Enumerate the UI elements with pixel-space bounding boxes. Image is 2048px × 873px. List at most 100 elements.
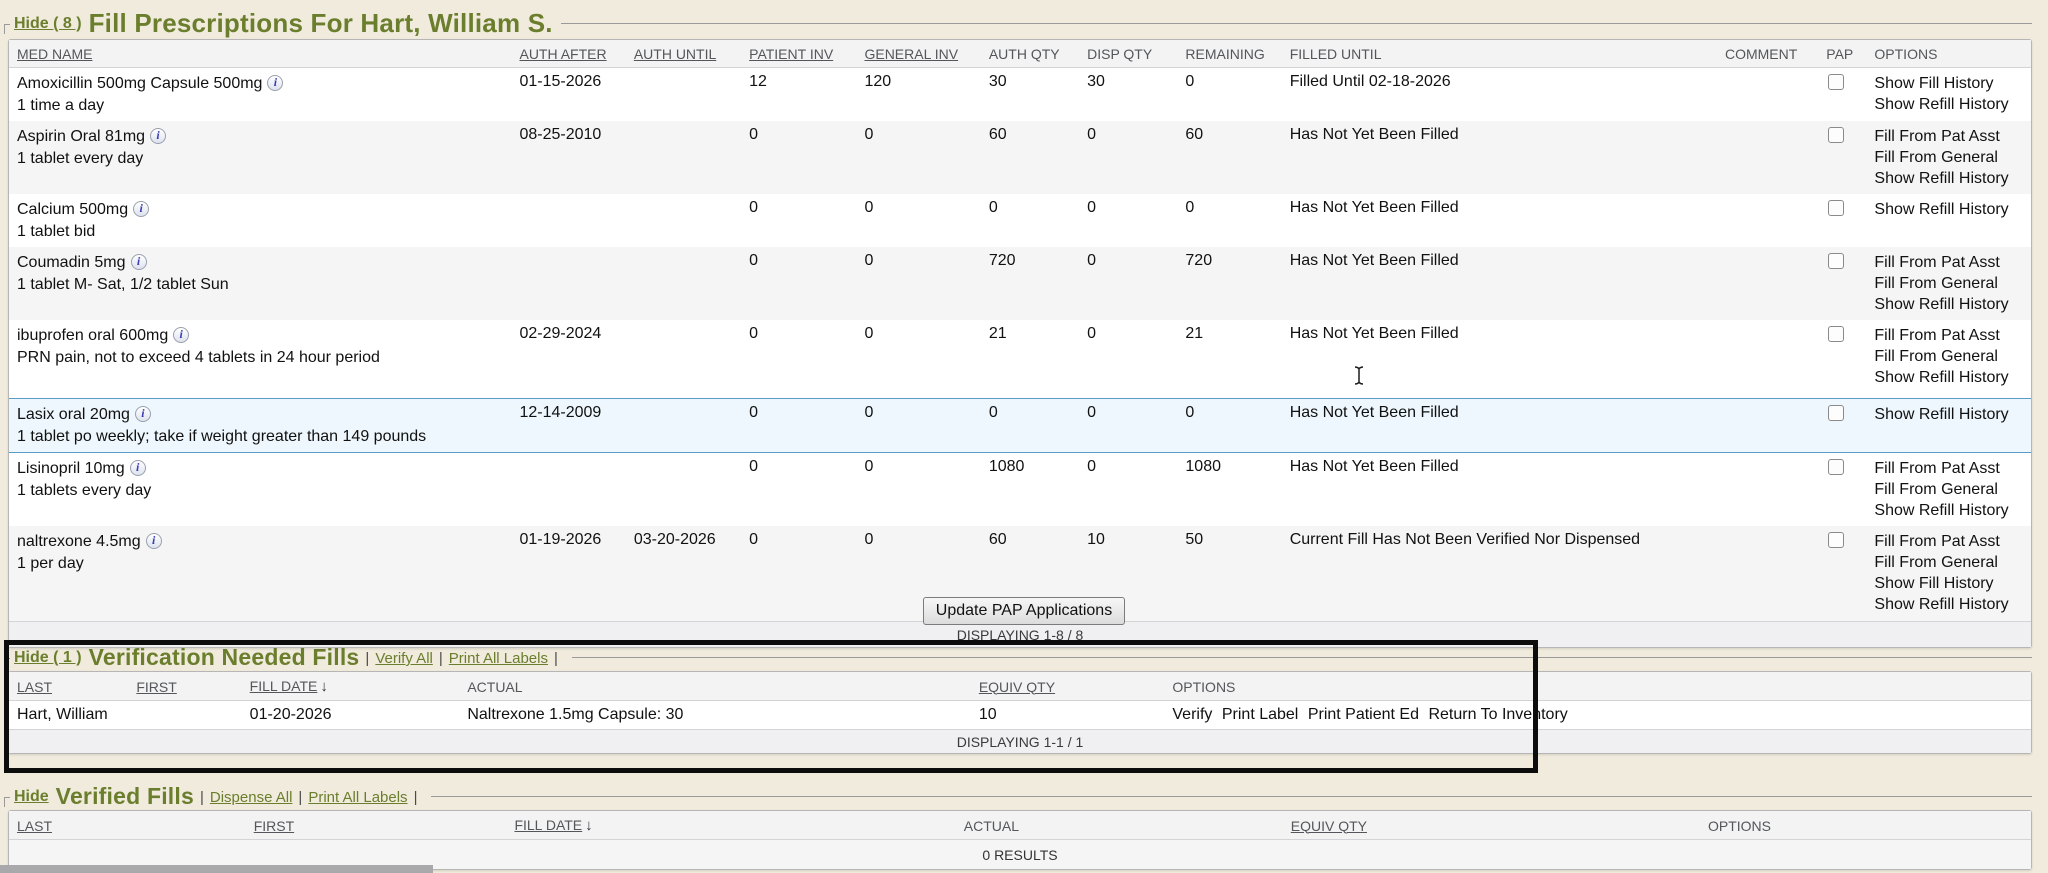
col-equiv-qty[interactable]: EQUIV QTY xyxy=(1283,811,1700,840)
option-link[interactable]: Fill From General xyxy=(1874,479,2023,500)
info-icon[interactable]: i xyxy=(130,460,146,476)
filled-until-cell: Filled Until 02-18-2026 xyxy=(1282,68,1717,121)
auth-after-cell xyxy=(511,453,625,526)
table-row-aspirin: Aspirin Oral 81mgi 1 tablet every day 08… xyxy=(9,121,2031,194)
option-link[interactable]: Show Refill History xyxy=(1874,500,2023,521)
info-icon[interactable]: i xyxy=(133,201,149,217)
med-name: Amoxicillin 500mg Capsule 500mg xyxy=(17,75,262,92)
option-link[interactable]: Show Refill History xyxy=(1874,294,2023,315)
auth-after-cell xyxy=(511,194,625,247)
col-fill-date[interactable]: FILL DATE↓ xyxy=(242,672,460,701)
option-link[interactable]: Show Refill History xyxy=(1874,367,2023,388)
auth-qty-cell: 21 xyxy=(981,320,1079,398)
sort-descending-icon: ↓ xyxy=(320,678,328,695)
pap-checkbox[interactable] xyxy=(1828,253,1844,269)
option-link[interactable]: Show Refill History xyxy=(1874,94,2023,115)
option-link[interactable]: Fill From General xyxy=(1874,147,2023,168)
option-link[interactable]: Show Refill History xyxy=(1874,168,2023,189)
info-icon[interactable]: i xyxy=(173,327,189,343)
hide-verification-link[interactable]: Hide ( 1 ) xyxy=(14,649,82,667)
col-patient-inv[interactable]: PATIENT INV xyxy=(741,40,856,68)
pap-cell xyxy=(1818,453,1866,526)
verify-all-link[interactable]: Verify All xyxy=(375,650,433,667)
verify-link[interactable]: Verify xyxy=(1172,706,1212,723)
med-sig: 1 tablet every day xyxy=(17,148,503,169)
col-general-inv[interactable]: GENERAL INV xyxy=(856,40,980,68)
col-last[interactable]: LAST xyxy=(9,811,246,840)
med-sig: 1 time a day xyxy=(17,95,503,116)
option-link[interactable]: Fill From Pat Asst xyxy=(1874,531,2023,552)
auth-after-cell: 08-25-2010 xyxy=(511,121,625,194)
first-cell xyxy=(128,701,241,729)
verification-legend: Hide ( 1 ) Verification Needed Fills | V… xyxy=(8,644,2032,671)
col-auth-after[interactable]: AUTH AFTER xyxy=(511,40,625,68)
option-link[interactable]: Show Refill History xyxy=(1874,404,2023,425)
option-link[interactable]: Fill From General xyxy=(1874,273,2023,294)
options-cell: Fill From Pat Asst Fill From General Sho… xyxy=(1866,453,2031,526)
pap-cell xyxy=(1818,68,1866,121)
pap-checkbox[interactable] xyxy=(1828,200,1844,216)
hide-verified-link[interactable]: Hide xyxy=(14,788,49,806)
options-cell: Verify Print Label Print Patient Ed Retu… xyxy=(1164,701,2031,729)
pap-checkbox[interactable] xyxy=(1828,127,1844,143)
info-icon[interactable]: i xyxy=(150,128,166,144)
pap-cell xyxy=(1818,320,1866,398)
option-link[interactable]: Show Refill History xyxy=(1874,199,2023,220)
pap-checkbox[interactable] xyxy=(1828,405,1844,421)
col-auth-until[interactable]: AUTH UNTIL xyxy=(626,40,741,68)
pap-checkbox[interactable] xyxy=(1828,532,1844,548)
comment-cell xyxy=(1717,398,1818,453)
sort-descending-icon: ↓ xyxy=(585,817,593,834)
print-label-link[interactable]: Print Label xyxy=(1222,706,1299,723)
pap-checkbox[interactable] xyxy=(1828,74,1844,90)
comment-cell xyxy=(1717,194,1818,247)
pap-cell xyxy=(1818,194,1866,247)
table-row-calcium: Calcium 500mgi 1 tablet bid 0 0 0 0 0 Ha… xyxy=(9,194,2031,247)
col-comment: COMMENT xyxy=(1717,40,1818,68)
pap-checkbox[interactable] xyxy=(1828,459,1844,475)
verified-title: Verified Fills xyxy=(56,783,194,810)
med-name: Calcium 500mg xyxy=(17,201,128,218)
option-link[interactable]: Fill From Pat Asst xyxy=(1874,252,2023,273)
col-auth-qty: AUTH QTY xyxy=(981,40,1079,68)
hide-prescriptions-link[interactable]: Hide ( 8 ) xyxy=(14,15,82,33)
info-icon[interactable]: i xyxy=(146,533,162,549)
info-icon[interactable]: i xyxy=(135,406,151,422)
print-patient-ed-link[interactable]: Print Patient Ed xyxy=(1308,706,1419,723)
option-link[interactable]: Fill From General xyxy=(1874,346,2023,367)
med-name: naltrexone 4.5mg xyxy=(17,533,141,550)
option-link[interactable]: Fill From General xyxy=(1874,552,2023,573)
button-bar: Update PAP Applications xyxy=(0,597,2048,625)
return-to-inventory-link[interactable]: Return To Inventory xyxy=(1428,706,1567,723)
info-icon[interactable]: i xyxy=(131,254,147,270)
remaining-cell: 0 xyxy=(1177,398,1281,453)
option-link[interactable]: Fill From Pat Asst xyxy=(1874,126,2023,147)
option-link[interactable]: Show Fill History xyxy=(1874,573,2023,594)
col-equiv-qty[interactable]: EQUIV QTY xyxy=(971,672,1165,701)
print-all-labels-link[interactable]: Print All Labels xyxy=(308,789,407,806)
col-first[interactable]: FIRST xyxy=(128,672,241,701)
displaying-count: DISPLAYING 1-1 / 1 xyxy=(9,729,2031,753)
verification-header-row: LAST FIRST FILL DATE↓ ACTUAL EQUIV QTY O… xyxy=(9,672,2031,701)
dispense-all-link[interactable]: Dispense All xyxy=(210,789,293,806)
verified-table: LAST FIRST FILL DATE↓ ACTUAL EQUIV QTY O… xyxy=(8,810,2032,870)
print-all-labels-link[interactable]: Print All Labels xyxy=(449,650,548,667)
option-link[interactable]: Fill From Pat Asst xyxy=(1874,325,2023,346)
separator: | xyxy=(298,789,302,806)
comment-cell xyxy=(1717,453,1818,526)
col-med-name[interactable]: MED NAME xyxy=(9,40,511,68)
options-cell: Show Refill History xyxy=(1866,194,2031,247)
pap-checkbox[interactable] xyxy=(1828,326,1844,342)
col-last[interactable]: LAST xyxy=(9,672,128,701)
option-link[interactable]: Show Fill History xyxy=(1874,73,2023,94)
med-sig: 1 tablet po weekly; take if weight great… xyxy=(17,426,503,447)
general-inv-cell: 0 xyxy=(856,247,980,320)
option-link[interactable]: Fill From Pat Asst xyxy=(1874,458,2023,479)
info-icon[interactable]: i xyxy=(267,75,283,91)
col-first[interactable]: FIRST xyxy=(246,811,507,840)
update-pap-applications-button[interactable]: Update PAP Applications xyxy=(923,597,1125,625)
col-fill-date[interactable]: FILL DATE↓ xyxy=(506,811,955,840)
legend-rule xyxy=(561,23,2032,24)
comment-cell xyxy=(1717,320,1818,398)
table-row-lisinopril: Lisinopril 10mgi 1 tablets every day 0 0… xyxy=(9,453,2031,526)
